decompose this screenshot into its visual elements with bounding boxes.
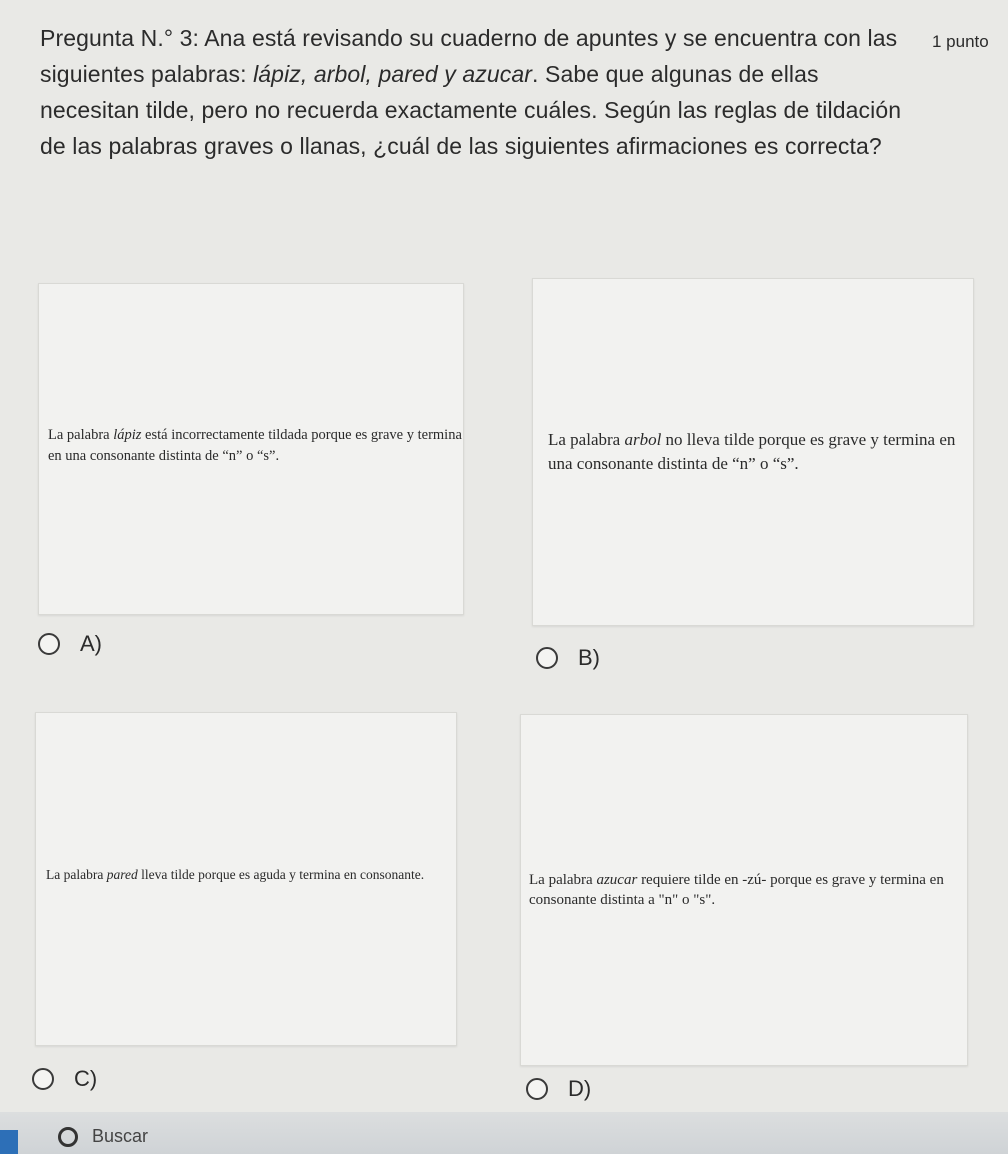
search-icon (58, 1126, 78, 1147)
option-c-radio[interactable] (32, 1068, 54, 1090)
option-a-text: La palabra lápiz está incorrectamente ti… (48, 427, 462, 464)
option-d-radio[interactable] (526, 1078, 548, 1100)
option-d-word: azucar (596, 872, 638, 888)
option-d-card[interactable]: La palabra azucar requiere tilde en -zú-… (520, 714, 968, 1066)
option-a-card[interactable]: La palabra lápiz está incorrectamente ti… (38, 283, 464, 615)
question-text: Pregunta N.° 3: Ana está revisando su cu… (40, 20, 920, 164)
option-c-card[interactable]: La palabra pared lleva tilde porque es a… (35, 712, 457, 1046)
option-b-word: arbol (624, 430, 662, 449)
option-c-text: La palabra pared lleva tilde porque es a… (46, 867, 425, 882)
option-a-word: lápiz (113, 427, 142, 443)
option-a-label: A) (80, 631, 102, 656)
option-b-radio[interactable] (536, 647, 558, 669)
taskbar-search-label: Buscar (92, 1126, 149, 1146)
taskbar-search-box[interactable]: Buscar (58, 1126, 148, 1147)
taskbar: Buscar (0, 1112, 1008, 1154)
option-a[interactable]: A) (38, 631, 102, 657)
option-c-word: pared (106, 867, 138, 882)
option-b-card[interactable]: La palabra arbol no lleva tilde porque e… (532, 278, 974, 626)
option-d[interactable]: D) (526, 1076, 591, 1102)
option-a-radio[interactable] (38, 633, 60, 655)
question-words: lápiz, arbol, pared y azucar (253, 61, 533, 87)
points-label: 1 punto (932, 32, 989, 51)
option-b-text: La palabra arbol no lleva tilde porque e… (548, 430, 956, 473)
option-d-text: La palabra azucar requiere tilde en -zú-… (529, 872, 944, 908)
option-c-label: C) (74, 1066, 98, 1091)
option-b-label: B) (578, 645, 600, 670)
option-b[interactable]: B) (536, 645, 600, 671)
taskbar-start-edge[interactable] (0, 1130, 18, 1154)
option-d-label: D) (568, 1076, 592, 1101)
option-c[interactable]: C) (32, 1066, 97, 1092)
